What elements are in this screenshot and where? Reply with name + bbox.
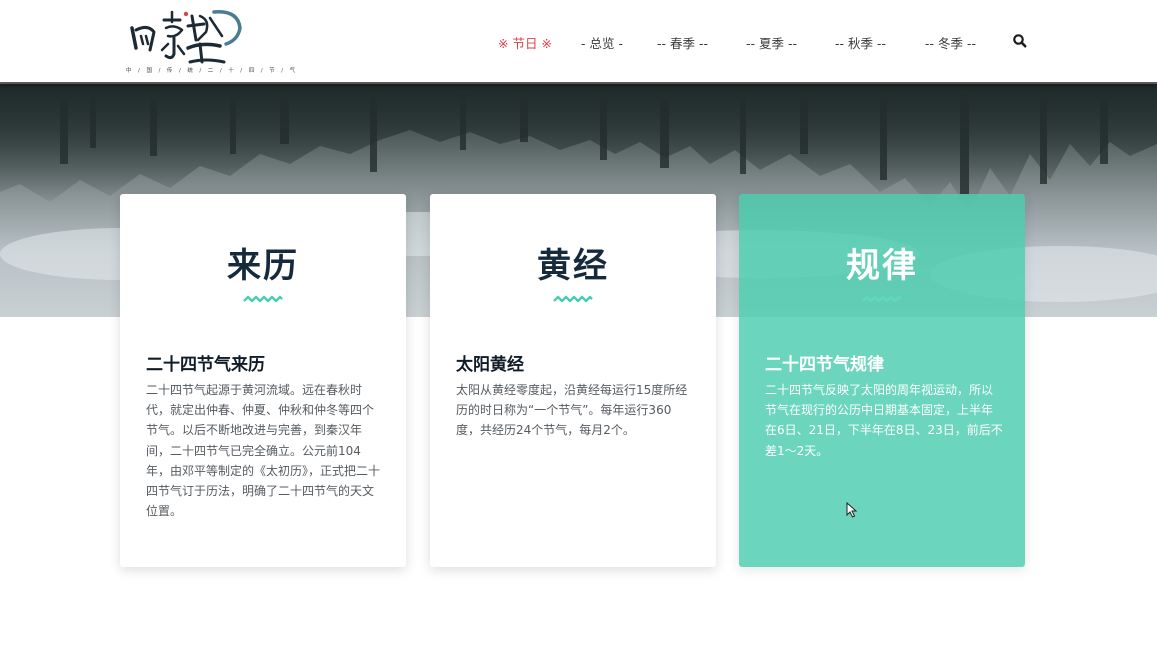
wave-divider (243, 295, 283, 303)
card-ecliptic[interactable]: 黄经 太阳黄经 太阳从黄经零度起，沿黄经每运行15度所经历的时日称为“一个节气”… (430, 194, 716, 567)
card-subtitle: 太阳黄经 (456, 355, 524, 375)
nav-item-festival[interactable]: ※ 节日 ※ (498, 33, 552, 52)
nav-item-overview[interactable]: - 总览 - (581, 33, 623, 52)
card-pattern[interactable]: 规律 二十四节气规律 二十四节气反映了太阳的周年视运动，所以节气在现行的公历中日… (739, 194, 1025, 567)
site-header: 中 / 国 / 传 / 统 / 二 / 十 / 四 / 节 / 气 ※ 节日 ※… (0, 0, 1157, 84)
card-subtitle: 二十四节气来历 (146, 355, 265, 375)
nav-item-winter[interactable]: -- 冬季 -- (925, 33, 976, 52)
card-subtitle: 二十四节气规律 (765, 355, 884, 375)
card-text: 二十四节气反映了太阳的周年视运动，所以节气在现行的公历中日期基本固定，上半年在6… (765, 383, 1003, 458)
card-text: 太阳从黄经零度起，沿黄经每运行15度所经历的时日称为“一个节气”。每年运行360… (456, 383, 688, 438)
wave-divider (862, 295, 902, 303)
wave-divider (553, 295, 593, 303)
nav-item-spring[interactable]: -- 春季 -- (657, 33, 708, 52)
card-origin[interactable]: 来历 二十四节气来历 二十四节气起源于黄河流域。远在春秋时代，就定出仲春、仲夏、… (120, 194, 406, 567)
card-title: 黄经 (537, 246, 609, 286)
card-text: 二十四节气起源于黄河流域。远在春秋时代，就定出仲春、仲夏、仲秋和仲冬等四个节气。… (146, 383, 381, 519)
card-title: 规律 (846, 246, 918, 286)
nav-item-summer[interactable]: -- 夏季 -- (746, 33, 797, 52)
search-icon[interactable] (1012, 33, 1028, 49)
mouse-cursor-icon (846, 502, 858, 518)
nav-item-autumn[interactable]: -- 秋季 -- (835, 33, 886, 52)
main-nav: ※ 节日 ※ - 总览 - -- 春季 -- -- 夏季 -- -- 秋季 --… (0, 0, 1157, 82)
card-title: 来历 (227, 246, 299, 286)
